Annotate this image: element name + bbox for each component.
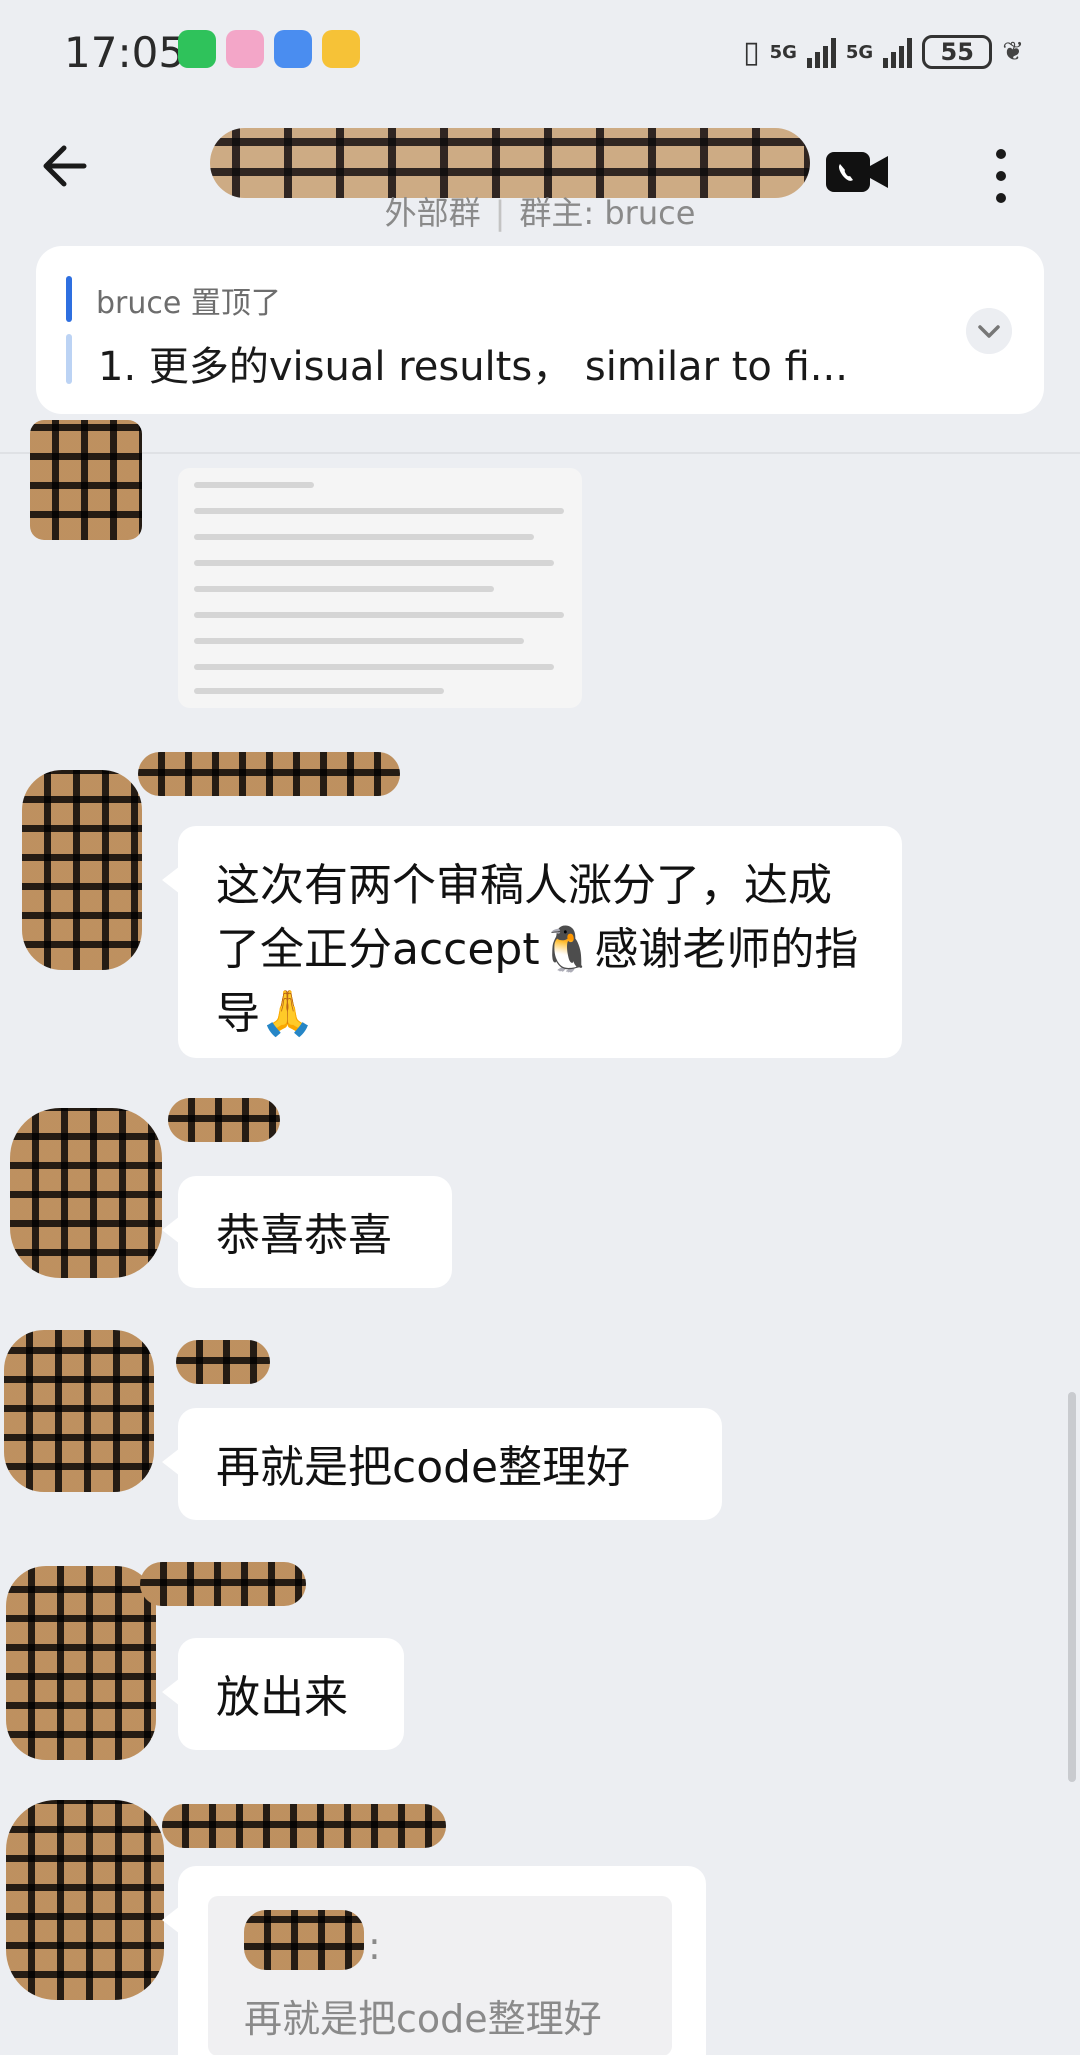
message-bubble[interactable]: 放出来 [162, 1638, 404, 1750]
avatar[interactable] [6, 1800, 164, 2000]
sender-name-redacted [168, 1098, 280, 1142]
network-label-1: 5G [769, 41, 797, 63]
sender-name-redacted [176, 1340, 270, 1384]
chat-divider [0, 452, 1080, 454]
quoted-text: 再就是把code整理好 [244, 1997, 602, 2041]
signal-icon-1 [806, 36, 836, 68]
image-content-line [194, 534, 534, 540]
weather-icon [274, 30, 312, 68]
avatar[interactable] [4, 1330, 154, 1492]
image-content-line [194, 612, 564, 618]
image-content-line [194, 508, 564, 514]
image-message[interactable] [178, 468, 582, 708]
message-bubble[interactable]: 这次有两个审稿人涨分了，达成了全正分accept🐧感谢老师的指导🙏 [162, 826, 902, 1058]
sender-name-redacted [140, 1562, 306, 1606]
pinned-text: 1. 更多的visual results， similar to fi... [98, 344, 848, 390]
sender-name-redacted [162, 1804, 446, 1848]
image-content-line [194, 482, 314, 488]
group-subtitle: 外部群 | 群主: bruce [0, 188, 1080, 234]
avatar[interactable] [10, 1108, 162, 1278]
image-content-line [194, 560, 554, 566]
pinned-message[interactable]: bruce 置顶了 1. 更多的visual results， similar … [36, 246, 1044, 414]
message-text: 恭喜恭喜 [216, 1210, 392, 1261]
image-content-line [194, 586, 494, 592]
message-text: 再就是把code整理好 [216, 1442, 631, 1493]
app-face-icon [226, 30, 264, 68]
network-label-2: 5G [845, 41, 874, 63]
message-text: 这次有两个审稿人涨分了，达成了全正分accept🐧感谢老师的指导🙏 [216, 860, 859, 1039]
image-content-line [194, 664, 554, 670]
leaf-icon: ❦ [1002, 37, 1024, 67]
pin-indicator-active [66, 276, 72, 322]
pinned-author: bruce 置顶了 [96, 286, 281, 321]
message-bubble[interactable]: 恭喜恭喜 [162, 1176, 452, 1288]
message-bubble[interactable]: 再就是把code整理好 [162, 1408, 722, 1520]
status-bar: 17:05 ▯ 5G 5G 55 ❦ [0, 0, 1080, 108]
image-content-line [194, 638, 524, 644]
avatar[interactable] [30, 420, 142, 540]
wechat-icon [178, 30, 216, 68]
battery-indicator: 55 [922, 35, 993, 69]
vibrate-icon: ▯ [743, 34, 760, 70]
quoted-sender-redacted [244, 1910, 364, 1970]
quoted-colon: : [368, 1924, 381, 1968]
status-indicators: ▯ 5G 5G 55 ❦ [743, 30, 1024, 74]
signal-icon-2 [883, 36, 913, 68]
sender-name-redacted [138, 752, 400, 796]
status-time: 17:05 [64, 28, 186, 77]
group-type-label: 外部群 [384, 194, 481, 232]
avatar[interactable] [6, 1566, 156, 1760]
avatar[interactable] [22, 770, 142, 970]
back-arrow-icon[interactable] [38, 138, 94, 194]
image-content-line [194, 688, 444, 694]
subtitle-separator: | [494, 194, 506, 232]
group-owner-label: 群主: bruce [519, 194, 696, 232]
mail-icon [322, 30, 360, 68]
chevron-down-icon[interactable] [966, 308, 1012, 354]
chat-header: 外部群 | 群主: bruce [0, 108, 1080, 238]
scrollbar[interactable] [1068, 1392, 1076, 1782]
pin-indicator-inactive [66, 334, 72, 384]
message-text: 放出来 [216, 1672, 348, 1723]
